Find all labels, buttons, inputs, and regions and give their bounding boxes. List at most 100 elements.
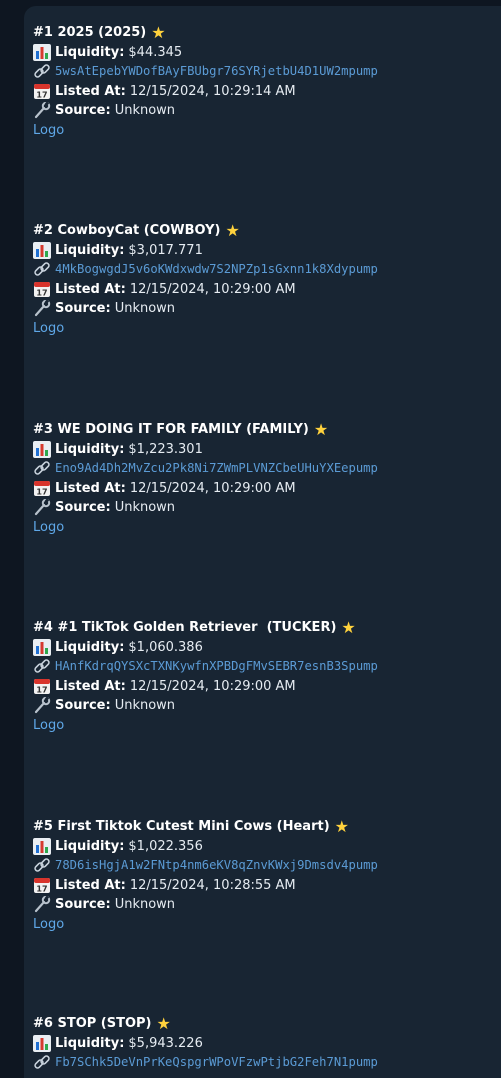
mint-address-link[interactable]: 5wsAtEpebYWDofBAyFBUbgr76SYRjetbU4D1UW2m… (55, 62, 378, 82)
logo-line: Logo (33, 518, 501, 538)
logo-link[interactable]: Logo (33, 518, 64, 538)
liquidity-label: Liquidity: (55, 44, 125, 60)
token-entry: #4 #1 TikTok Golden Retriever (TUCKER) ★… (33, 618, 501, 735)
logo-link[interactable]: Logo (33, 319, 64, 339)
chat-background (0, 0, 24, 1078)
token-title-line: #5 First Tiktok Cutest Mini Cows (Heart)… (33, 817, 501, 837)
source-label: Source: (55, 698, 111, 713)
bar-chart-icon (33, 638, 51, 656)
wrench-icon (33, 498, 51, 516)
link-icon (33, 261, 51, 278)
calendar-icon: 17 (33, 281, 51, 298)
source-label: Source: (55, 500, 111, 515)
star-icon: ★ (225, 220, 240, 240)
source-line: Source: Unknown (33, 299, 501, 319)
bar-chart-icon (33, 43, 51, 61)
wrench-icon (33, 101, 51, 119)
mint-address-link[interactable]: HAnfKdrqQYSXcTXNKywfnXPBDgFMvSEBR7esnB3S… (55, 657, 378, 677)
token-entry: #6 STOP (STOP) ★ Liquidity: $5,943.226 F… (33, 1014, 501, 1073)
listed-line: 17 Listed At: 12/15/2024, 10:28:55 AM (33, 876, 501, 896)
listed-value: 12/15/2024, 10:29:00 AM (129, 281, 296, 297)
mint-line: HAnfKdrqQYSXcTXNKywfnXPBDgFMvSEBR7esnB3S… (33, 657, 501, 677)
svg-text:17: 17 (36, 288, 47, 297)
source-line: Source: Unknown (33, 895, 501, 915)
mint-address-link[interactable]: 4MkBogwgdJ5v6oKWdxwdw7S2NPZp1sGxnn1k8Xdy… (55, 260, 378, 280)
token-entry: #5 First Tiktok Cutest Mini Cows (Heart)… (33, 817, 501, 934)
mint-line: 4MkBogwgdJ5v6oKWdxwdw7S2NPZp1sGxnn1k8Xdy… (33, 260, 501, 280)
logo-line: Logo (33, 915, 501, 935)
bar-chart-icon (33, 1034, 51, 1052)
source-label: Source: (55, 897, 111, 912)
logo-line: Logo (33, 716, 501, 736)
listed-label: Listed At: (55, 678, 126, 694)
token-title-line: #1 2025 (2025) ★ (33, 23, 501, 43)
link-icon (33, 857, 51, 874)
svg-text:17: 17 (36, 884, 47, 893)
liquidity-value: $1,022.356 (128, 838, 203, 854)
listed-value: 12/15/2024, 10:29:00 AM (129, 480, 296, 496)
calendar-icon: 17 (33, 480, 51, 497)
mint-address-link[interactable]: 78D6isHgjA1w2FNtp4nm6eKV8qZnvKWxj9Dmsdv4… (55, 856, 378, 876)
logo-link[interactable]: Logo (33, 121, 64, 141)
bar-chart-icon (33, 241, 51, 259)
listed-label: Listed At: (55, 877, 126, 893)
source-line: Source: Unknown (33, 498, 501, 518)
liquidity-label: Liquidity: (55, 441, 125, 457)
liquidity-label: Liquidity: (55, 838, 125, 854)
link-icon (33, 1054, 51, 1071)
liquidity-line: Liquidity: $1,223.301 (33, 440, 501, 460)
token-title: #1 2025 (2025) (33, 25, 147, 40)
liquidity-line: Liquidity: $5,943.226 (33, 1034, 501, 1054)
source-line: Source: Unknown (33, 696, 501, 716)
token-entry: #2 CowboyCat (COWBOY) ★ Liquidity: $3,01… (33, 221, 501, 338)
wrench-icon (33, 696, 51, 714)
liquidity-value: $44.345 (128, 44, 183, 60)
star-icon: ★ (151, 22, 166, 42)
liquidity-line: Liquidity: $44.345 (33, 43, 501, 63)
mint-address-link[interactable]: Eno9Ad4Dh2MvZcu2Pk8Ni7ZWmPLVNZCbeUHuYXEe… (55, 459, 378, 479)
liquidity-value: $1,223.301 (128, 441, 203, 457)
svg-text:17: 17 (36, 685, 47, 694)
wrench-icon (33, 895, 51, 913)
listed-line: 17 Listed At: 12/15/2024, 10:29:00 AM (33, 677, 501, 697)
logo-line: Logo (33, 319, 501, 339)
listed-value: 12/15/2024, 10:29:14 AM (129, 83, 296, 99)
star-icon: ★ (156, 1013, 171, 1033)
svg-text:17: 17 (36, 487, 47, 496)
token-title-line: #6 STOP (STOP) ★ (33, 1014, 501, 1034)
mint-line: Eno9Ad4Dh2MvZcu2Pk8Ni7ZWmPLVNZCbeUHuYXEe… (33, 459, 501, 479)
bar-chart-icon (33, 440, 51, 458)
liquidity-line: Liquidity: $1,060.386 (33, 638, 501, 658)
source-line: Source: Unknown (33, 101, 501, 121)
source-label: Source: (55, 301, 111, 316)
star-icon: ★ (313, 419, 329, 439)
logo-link[interactable]: Logo (33, 716, 64, 736)
liquidity-label: Liquidity: (55, 1035, 125, 1051)
logo-link[interactable]: Logo (33, 915, 64, 935)
listed-label: Listed At: (55, 83, 126, 99)
liquidity-label: Liquidity: (55, 242, 125, 258)
mint-address-link[interactable]: Fb7SChk5DeVnPrKeQspgrWPoVFzwPtjbG2Feh7N1… (55, 1053, 378, 1073)
message-bubble: #1 2025 (2025) ★ Liquidity: $44.345 5wsA… (24, 6, 501, 1078)
calendar-icon: 17 (33, 678, 51, 695)
token-title-line: #4 #1 TikTok Golden Retriever (TUCKER) ★ (33, 618, 501, 638)
token-title: #3 WE DOING IT FOR FAMILY (FAMILY) (33, 422, 309, 437)
calendar-icon: 17 (33, 877, 51, 894)
source-value: Unknown (114, 103, 176, 118)
listed-label: Listed At: (55, 281, 126, 297)
star-icon: ★ (341, 617, 356, 637)
token-title-line: #2 CowboyCat (COWBOY) ★ (33, 221, 501, 241)
source-value: Unknown (114, 500, 176, 515)
wrench-icon (33, 299, 51, 317)
token-title-line: #3 WE DOING IT FOR FAMILY (FAMILY) ★ (33, 420, 501, 440)
mint-line: 78D6isHgjA1w2FNtp4nm6eKV8qZnvKWxj9Dmsdv4… (33, 856, 501, 876)
link-icon (33, 460, 51, 477)
listed-line: 17 Listed At: 12/15/2024, 10:29:00 AM (33, 479, 501, 499)
star-icon: ★ (334, 816, 349, 836)
calendar-icon: 17 (33, 83, 51, 100)
token-title: #6 STOP (STOP) (33, 1016, 152, 1031)
source-value: Unknown (114, 698, 176, 713)
liquidity-value: $1,060.386 (128, 639, 203, 655)
mint-line: 5wsAtEpebYWDofBAyFBUbgr76SYRjetbU4D1UW2m… (33, 62, 501, 82)
liquidity-line: Liquidity: $3,017.771 (33, 241, 501, 261)
